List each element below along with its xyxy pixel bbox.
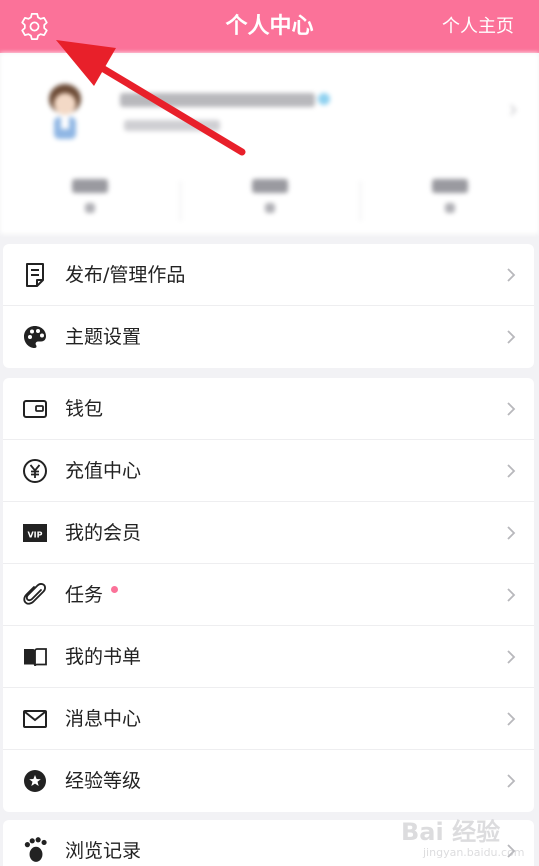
chevron-right-icon [507,774,516,788]
chevron-right-icon [507,402,516,416]
verified-badge [318,93,330,105]
menu-item-label: 消息中心 [65,708,142,730]
chevron-right-icon [507,712,516,726]
chevron-right-icon [507,268,516,282]
book-icon [24,648,47,667]
vip-icon: VIP [23,524,47,542]
chevron-right-icon [507,526,516,540]
chevron-right-icon [507,330,516,344]
footprint-icon [24,837,47,862]
star-circle-icon [24,770,46,792]
menu-card-account: 钱包 充值中心 VIP 我的会员 任务 我的书单 消息中心 经验等级 [3,378,534,812]
stat-works[interactable] [360,179,539,213]
menu-item-label: 主题设置 [65,326,142,348]
profile-chevron-icon[interactable] [509,103,517,117]
watermark-url: jingyan.baidu.com [423,846,525,859]
menu-item-label: 浏览记录 [65,840,142,862]
stat-follow[interactable] [0,179,180,213]
chevron-right-icon [507,464,516,478]
menu-item-experience-level[interactable]: 经验等级 [3,750,534,812]
menu-item-label: 经验等级 [65,770,142,792]
menu-item-wallet[interactable]: 钱包 [3,378,534,440]
menu-card-works: 发布/管理作品 主题设置 [3,244,534,368]
palette-icon [24,326,46,348]
menu-item-label: 发布/管理作品 [65,264,186,286]
yen-coin-icon [23,459,47,483]
profile-section[interactable] [0,53,539,234]
personal-homepage-link[interactable]: 个人主页 [442,0,514,53]
menu-item-theme-settings[interactable]: 主题设置 [3,306,534,368]
chevron-right-icon [507,588,516,602]
username-placeholder [120,93,315,107]
chevron-right-icon [507,650,516,664]
svg-text:VIP: VIP [27,531,42,540]
mail-icon [23,710,47,728]
menu-item-label: 我的会员 [65,522,142,544]
avatar[interactable] [40,79,88,141]
menu-item-recharge-center[interactable]: 充值中心 [3,440,534,502]
watermark: Bai 经验 jingyan.baidu.com [401,810,525,862]
wallet-icon [23,400,47,418]
menu-item-my-membership[interactable]: VIP 我的会员 [3,502,534,564]
menu-item-label: 我的书单 [65,646,142,668]
user-meta-placeholder [124,120,220,131]
menu-item-label: 任务 [65,584,104,606]
menu-item-tasks[interactable]: 任务 [3,564,534,626]
menu-item-publish-manage[interactable]: 发布/管理作品 [3,244,534,306]
notification-dot [111,586,118,593]
menu-item-message-center[interactable]: 消息中心 [3,688,534,750]
top-bar: 个人中心 个人主页 [0,0,539,53]
document-icon [26,263,44,287]
stat-fans[interactable] [180,179,360,213]
menu-item-label: 充值中心 [65,460,142,482]
menu-item-my-booklist[interactable]: 我的书单 [3,626,534,688]
menu-item-label: 钱包 [65,398,104,420]
watermark-text: Bai 经验 [401,818,501,846]
paperclip-icon [23,583,46,605]
